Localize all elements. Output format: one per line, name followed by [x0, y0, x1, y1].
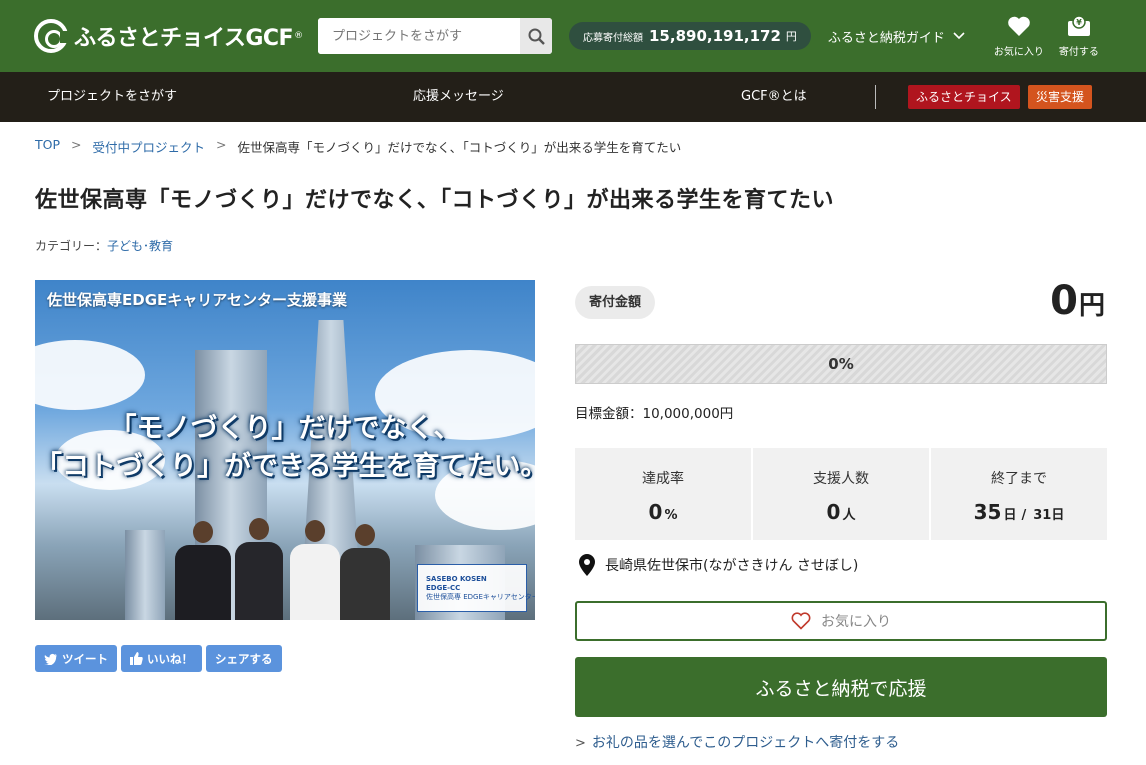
logo-text: ふるさとチョイスGCF [74, 26, 294, 51]
breadcrumb: TOP > 受付中プロジェクト > 佐世保高専「モノづくり」だけでなく､「コトづ… [35, 137, 681, 156]
student-figure [340, 524, 390, 620]
stat-unit: % [664, 508, 678, 523]
skyscraper-shape [125, 530, 165, 620]
page-title: 佐世保高専「モノづくり」だけでなく､「コトづくり」が出来る学生を育てたい [35, 188, 835, 213]
project-location: 長崎県佐世保市(ながさきけん させぼし) [579, 554, 858, 576]
nav-item-search-projects[interactable]: プロジェクトをさがす [47, 72, 177, 122]
logo-line-1: SASEBO KOSEN [426, 574, 487, 583]
funding-stats: 達成率 0% 支援人数 0人 終了まで 35 日/31日 [575, 448, 1107, 540]
stat-unit: 人 [842, 508, 856, 523]
image-slogan-line2: 「コトづくり」ができる学生を育てたい。 [35, 451, 535, 482]
main-nav: プロジェクトをさがす 応援メッセージ GCF®とは ふるさとチョイス 災害支援 [0, 72, 1146, 122]
site-logo[interactable]: ふるさとチョイスGCF ® [34, 19, 318, 53]
favorite-button-label: お気に入り [821, 614, 891, 630]
image-slogan-line1: 「モノづくり」だけでなく、 [109, 413, 461, 444]
furusato-guide-menu[interactable]: ふるさと納税ガイド [828, 27, 965, 46]
map-pin-icon [579, 554, 595, 576]
tweet-button[interactable]: ツイート [35, 645, 117, 672]
share-buttons: ツイート いいね！ シェアする [35, 645, 286, 672]
donate-furusato-button[interactable]: ふるさと納税で応援 [575, 657, 1107, 717]
guide-label: ふるさと納税ガイド [827, 30, 945, 46]
stat-value: 0 [648, 500, 663, 524]
stat-unit: 日 [1003, 508, 1017, 523]
image-banner-text: 佐世保高専EDGEキャリアセンター支援事業 [47, 291, 347, 309]
student-figure [175, 521, 231, 620]
like-button[interactable]: いいね！ [121, 645, 202, 672]
chevron-down-icon [953, 32, 965, 40]
svg-text:¥: ¥ [1076, 18, 1082, 27]
favorites-label: お気に入り [993, 46, 1044, 58]
logo-reg-mark: ® [294, 31, 304, 41]
select-gift-link[interactable]: > お礼の品を選んでこのプロジェクトへ寄付をする [575, 732, 899, 752]
breadcrumb-separator: > [216, 137, 227, 152]
share-button[interactable]: シェアする [206, 645, 282, 672]
nav-item-messages[interactable]: 応援メッセージ [413, 72, 504, 122]
breadcrumb-projects[interactable]: 受付中プロジェクト [93, 137, 206, 156]
donate-link[interactable]: ¥ 寄付する [1049, 14, 1109, 58]
student-figure [235, 518, 283, 620]
cloud-shape [35, 340, 145, 410]
category: カテゴリー：子ども･教育 [35, 237, 173, 254]
disaster-support-badge[interactable]: 災害支援 [1028, 85, 1093, 109]
add-favorite-button[interactable]: お気に入り [575, 601, 1107, 641]
stat-end-date: 31日 [1033, 508, 1065, 523]
location-text: 長崎県佐世保市(ながさきけん させぼし) [605, 558, 859, 574]
nav-divider [875, 85, 876, 109]
target-amount: 目標金額：10,000,000円 [575, 402, 733, 422]
target-value: 10,000,000円 [642, 406, 734, 422]
stat-value: 0 [826, 500, 841, 524]
category-label: カテゴリー： [35, 239, 108, 253]
breadcrumb-current: 佐世保高専「モノづくり」だけでなく､「コトづくり」が出来る学生を育てたい [237, 140, 682, 155]
twitter-bird-icon [44, 653, 57, 665]
search-box [318, 18, 552, 54]
donation-amount-unit: 円 [1078, 291, 1105, 321]
sasebo-kosen-logo: SASEBO KOSEN EDGE-CC 佐世保高専 EDGEキャリアセンター [417, 564, 535, 612]
breadcrumb-top[interactable]: TOP [35, 137, 60, 156]
donation-amount-label: 寄付金額 [575, 286, 656, 319]
donation-amount: 0円 [1050, 278, 1105, 324]
search-button[interactable] [520, 18, 552, 54]
donation-box-icon: ¥ [1067, 14, 1090, 36]
search-icon [528, 28, 545, 45]
project-main-image: 佐世保高専EDGEキャリアセンター支援事業 「モノづくり」だけでなく、 「コトづ… [35, 280, 535, 620]
tweet-label: ツイート [62, 651, 108, 666]
target-label: 目標金額： [575, 406, 643, 422]
logo-line-2: EDGE-CC [426, 583, 461, 592]
logo-mark-icon [34, 19, 70, 53]
heart-icon [1008, 16, 1030, 36]
stat-value: 35 [973, 500, 1002, 524]
site-header: ふるさとチョイスGCF ® 応募寄付総額 15,890,191,172 円 ふる… [0, 0, 1146, 72]
stat-label: 支援人数 [813, 471, 869, 487]
category-link[interactable]: 子ども･教育 [107, 239, 173, 253]
heart-outline-icon [791, 612, 811, 630]
total-donations-badge: 応募寄付総額 15,890,191,172 円 [569, 22, 811, 50]
stat-supporters: 支援人数 0人 [753, 448, 929, 540]
search-input[interactable] [318, 18, 520, 54]
donate-label: 寄付する [1058, 46, 1099, 58]
student-figure [290, 520, 340, 620]
total-value: 15,890,191,172 [649, 27, 781, 45]
breadcrumb-separator: > [71, 137, 82, 152]
progress-text: 0% [828, 355, 854, 373]
donation-amount-value: 0 [1050, 278, 1078, 324]
stat-label: 終了まで [991, 471, 1047, 487]
stat-separator: / [1021, 508, 1027, 523]
total-label: 応募寄付総額 [583, 32, 643, 44]
gift-link-label: お礼の品を選んでこのプロジェクトへ寄付をする [591, 735, 900, 751]
furusato-choice-badge[interactable]: ふるさとチョイス [908, 85, 1020, 109]
total-unit: 円 [785, 30, 797, 43]
chevron-right-icon: > [575, 736, 586, 751]
stat-time-remaining: 終了まで 35 日 / 31日 [931, 448, 1107, 540]
share-label: シェアする [215, 651, 273, 666]
logo-line-3: 佐世保高専 EDGEキャリアセンター [426, 592, 535, 601]
stat-label: 達成率 [642, 471, 684, 487]
thumbs-up-icon [130, 652, 143, 665]
funding-progress-bar: 0% [575, 344, 1107, 384]
nav-item-about-gcf[interactable]: GCF®とは [741, 72, 807, 122]
favorites-link[interactable]: お気に入り [989, 15, 1049, 58]
like-label: いいね！ [147, 651, 193, 666]
stat-achievement-rate: 達成率 0% [575, 448, 751, 540]
